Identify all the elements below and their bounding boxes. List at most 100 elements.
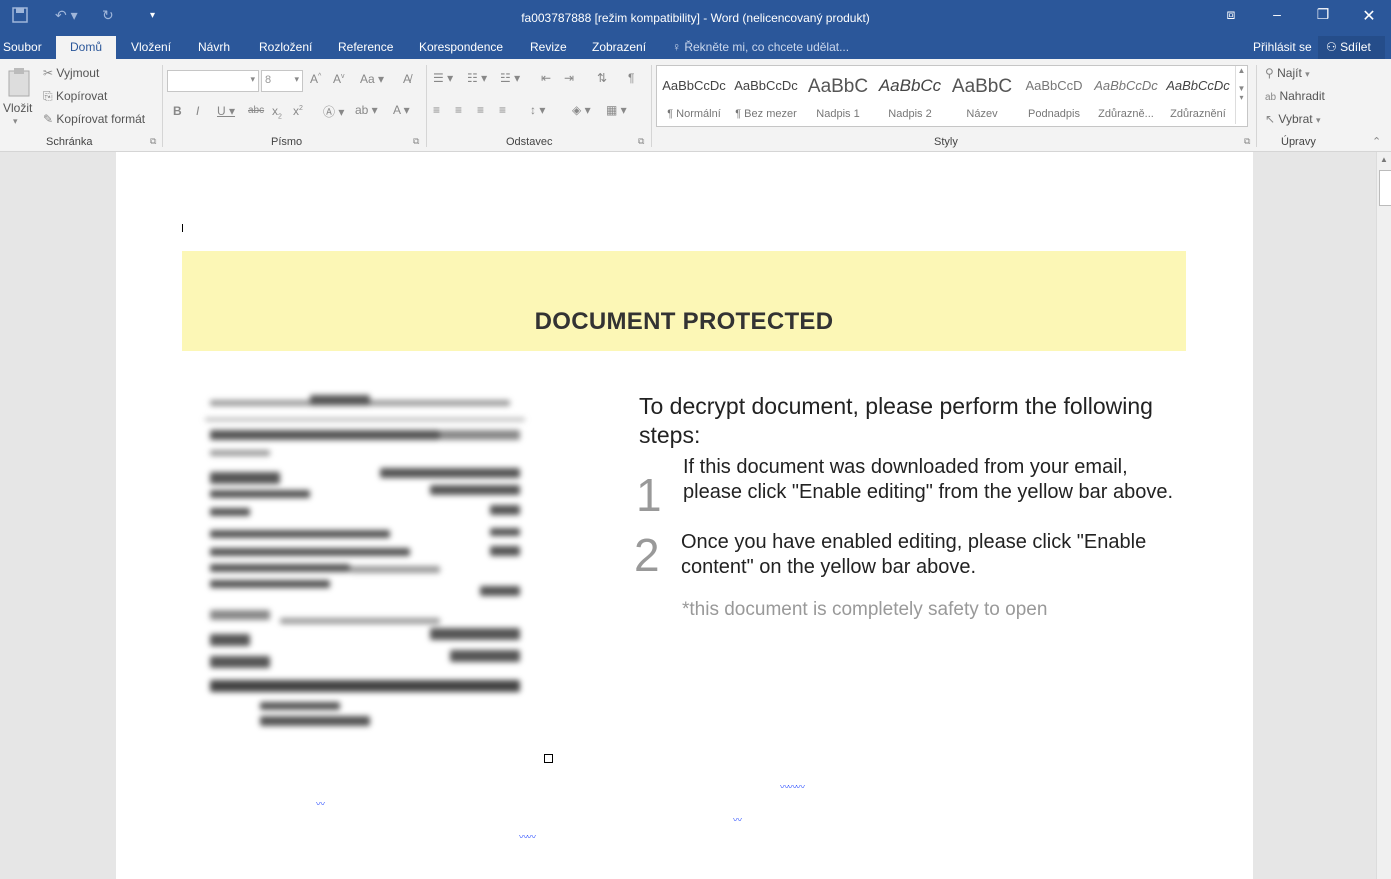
tab-file[interactable]: Soubor: [3, 40, 42, 54]
collapse-ribbon-icon[interactable]: ⌃: [1372, 135, 1381, 148]
clipboard-group-label: Schránka: [46, 136, 93, 148]
underline-icon[interactable]: U ▾: [217, 104, 235, 118]
restore-button[interactable]: ❐: [1303, 6, 1343, 23]
font-color-icon[interactable]: A ▾: [393, 103, 410, 117]
align-center-icon[interactable]: ≡: [455, 103, 462, 117]
style-subtitle[interactable]: AaBbCcD Podnadpis: [1019, 66, 1089, 124]
style-heading-2[interactable]: AaBbCc Nadpis 2: [875, 66, 945, 124]
format-painter-button[interactable]: ✎ Kopírovat formát: [43, 112, 145, 126]
chevron-down-icon: ▾: [1316, 115, 1321, 125]
tab-view[interactable]: Zobrazení: [592, 40, 646, 54]
style-name: ¶ Bez mezer: [735, 108, 797, 120]
document-page[interactable]: DOCUMENT PROTECTED To decrypt document, …: [116, 152, 1253, 879]
sign-in-link[interactable]: Přihlásit se: [1253, 40, 1312, 54]
change-case-icon[interactable]: Aa ▾: [360, 72, 384, 86]
paste-button[interactable]: Vložit: [3, 101, 32, 115]
font-size-box[interactable]: 8 ▾: [261, 70, 303, 92]
close-button[interactable]: ✕: [1349, 6, 1389, 26]
shading-icon[interactable]: ◈ ▾: [572, 103, 591, 117]
increase-indent-icon[interactable]: ⇥: [564, 71, 574, 85]
sort-icon[interactable]: ⇅: [597, 71, 607, 85]
chevron-down-icon: ▾: [1305, 69, 1310, 79]
search-icon: ⚲: [1265, 66, 1274, 80]
chevron-down-icon: ▾: [250, 74, 255, 84]
style-normal[interactable]: AaBbCcDc ¶ Normální: [659, 66, 729, 124]
group-separator: [162, 65, 163, 147]
ribbon: Vložit ▾ ✂ Vyjmout ⎘ Kopírovat ✎ Kopírov…: [0, 59, 1391, 152]
style-preview: AaBbCc: [878, 76, 942, 95]
brush-icon: ✎: [43, 112, 54, 126]
ribbon-tabs: Soubor Domů Vložení Návrh Rozložení Refe…: [0, 36, 1391, 59]
subscript-icon[interactable]: x2: [272, 104, 282, 120]
spelling-mark: 〰〰〰: [780, 782, 805, 792]
find-button[interactable]: ⚲ Najít ▾: [1265, 66, 1310, 80]
bullets-icon[interactable]: ☰ ▾: [433, 71, 453, 85]
replace-button[interactable]: ab Nahradit: [1265, 89, 1325, 103]
tab-review[interactable]: Revize: [530, 40, 567, 54]
line-spacing-icon[interactable]: ↕ ▾: [530, 103, 545, 117]
scrollbar-thumb[interactable]: [1379, 170, 1391, 206]
lightbulb-icon: ♀: [672, 40, 681, 54]
multilevel-list-icon[interactable]: ☳ ▾: [500, 71, 520, 85]
paste-dropdown-icon[interactable]: ▾: [13, 116, 18, 127]
shrink-font-icon[interactable]: Av: [333, 72, 345, 86]
style-name: Nadpis 1: [816, 108, 860, 120]
text-cursor: [182, 224, 183, 232]
decrease-indent-icon[interactable]: ⇤: [541, 71, 551, 85]
paste-icon[interactable]: [8, 67, 30, 100]
select-button[interactable]: ↖ Vybrat ▾: [1265, 112, 1321, 126]
style-emphasis[interactable]: AaBbCcDc Zdůraznění: [1163, 66, 1233, 124]
tab-mailings[interactable]: Korespondence: [419, 40, 503, 54]
ribbon-display-options-icon[interactable]: ⧈: [1211, 6, 1251, 23]
clear-formatting-icon[interactable]: A̸: [403, 72, 411, 86]
borders-icon[interactable]: ▦ ▾: [606, 103, 627, 117]
strikethrough-icon[interactable]: abc: [248, 105, 264, 116]
styles-launcher-icon[interactable]: ⧉: [1244, 136, 1250, 147]
vertical-scrollbar[interactable]: ▲: [1376, 152, 1391, 879]
tab-references[interactable]: Reference: [338, 40, 393, 54]
grow-font-icon[interactable]: A^: [310, 72, 321, 86]
tab-design[interactable]: Návrh: [198, 40, 230, 54]
superscript-icon[interactable]: x2: [293, 104, 303, 118]
pilcrow-icon[interactable]: ¶: [628, 71, 634, 85]
tab-home[interactable]: Domů: [56, 36, 117, 59]
style-name: ¶ Normální: [667, 108, 721, 120]
tab-insert[interactable]: Vložení: [131, 40, 171, 54]
style-name: Název: [966, 108, 998, 120]
font-launcher-icon[interactable]: ⧉: [413, 136, 419, 147]
style-subtle-emphasis[interactable]: AaBbCcDc Zdůrazně...: [1091, 66, 1161, 124]
paragraph-launcher-icon[interactable]: ⧉: [638, 136, 644, 147]
cut-button[interactable]: ✂ Vyjmout: [43, 66, 99, 80]
person-icon: ⚇: [1326, 40, 1337, 54]
minimize-button[interactable]: –: [1257, 6, 1297, 22]
image-resize-handle[interactable]: [544, 754, 553, 763]
text-effects-icon[interactable]: Ⓐ ▾: [323, 103, 344, 120]
italic-icon[interactable]: I: [196, 104, 199, 118]
paragraph-group-label: Odstavec: [506, 136, 553, 148]
font-name-box[interactable]: ▾: [167, 70, 259, 92]
style-no-spacing[interactable]: AaBbCcDc ¶ Bez mezer: [731, 66, 801, 124]
style-heading-1[interactable]: AaBbC Nadpis 1: [803, 66, 873, 124]
justify-icon[interactable]: ≡: [499, 103, 506, 117]
align-right-icon[interactable]: ≡: [477, 103, 484, 117]
banner-title: DOCUMENT PROTECTED: [534, 308, 834, 335]
style-title[interactable]: AaBbC Název: [947, 66, 1017, 124]
copy-button[interactable]: ⎘ Kopírovat: [43, 89, 107, 104]
scroll-up-icon[interactable]: ▲: [1380, 155, 1388, 164]
clipboard-launcher-icon[interactable]: ⧉: [150, 136, 156, 147]
style-preview: AaBbCcDc: [1166, 78, 1230, 93]
style-name: Nadpis 2: [888, 108, 932, 120]
align-left-icon[interactable]: ≡: [433, 103, 440, 117]
style-name: Zdůrazně...: [1098, 108, 1154, 120]
share-button[interactable]: ⚇ Sdílet: [1318, 36, 1385, 59]
numbering-icon[interactable]: ☷ ▾: [467, 71, 487, 85]
share-label: Sdílet: [1340, 40, 1371, 54]
tab-layout[interactable]: Rozložení: [259, 40, 312, 54]
highlight-icon[interactable]: ab ▾: [355, 103, 378, 117]
font-group-label: Písmo: [271, 136, 303, 148]
style-preview: AaBbCcD: [1025, 78, 1083, 93]
styles-scroll[interactable]: ▲ ▼ ▾: [1235, 66, 1247, 124]
bold-icon[interactable]: B: [173, 104, 182, 118]
tell-me-search[interactable]: ♀ Řekněte mi, co chcete udělat...: [672, 40, 849, 54]
instructions-heading: To decrypt document, please perform the …: [639, 393, 1153, 448]
